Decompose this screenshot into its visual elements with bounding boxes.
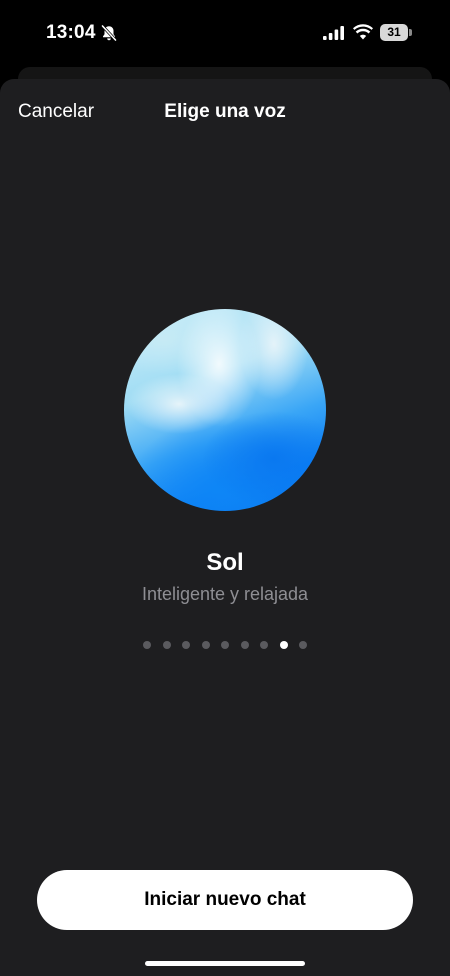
battery-level: 31	[387, 25, 401, 39]
page-dot[interactable]	[143, 641, 151, 649]
wifi-icon	[353, 24, 373, 40]
page-dot[interactable]	[260, 641, 268, 649]
page-dot[interactable]	[182, 641, 190, 649]
status-bar: 13:04 31	[0, 0, 450, 66]
battery-icon: 31	[380, 24, 412, 41]
cellular-signal-icon	[323, 26, 344, 40]
voice-name: Sol	[206, 549, 244, 576]
voice-description: Inteligente y relajada	[141, 584, 309, 604]
cancel-button[interactable]: Cancelar	[18, 101, 94, 123]
voice-picker-sheet	[0, 79, 450, 976]
start-new-chat-button[interactable]: Iniciar nuevo chat	[37, 870, 413, 930]
page-dot[interactable]	[221, 641, 229, 649]
bell-slash-icon	[101, 24, 117, 42]
page-dot[interactable]	[201, 641, 210, 649]
page-dot[interactable]	[299, 641, 307, 649]
voice-orb[interactable]	[124, 309, 326, 511]
page-dot[interactable]	[240, 641, 249, 649]
page-indicator	[0, 641, 450, 651]
page-dot[interactable]	[279, 641, 288, 649]
status-time: 13:04	[46, 22, 96, 43]
page-dot[interactable]	[162, 641, 171, 649]
home-indicator[interactable]	[145, 961, 305, 966]
